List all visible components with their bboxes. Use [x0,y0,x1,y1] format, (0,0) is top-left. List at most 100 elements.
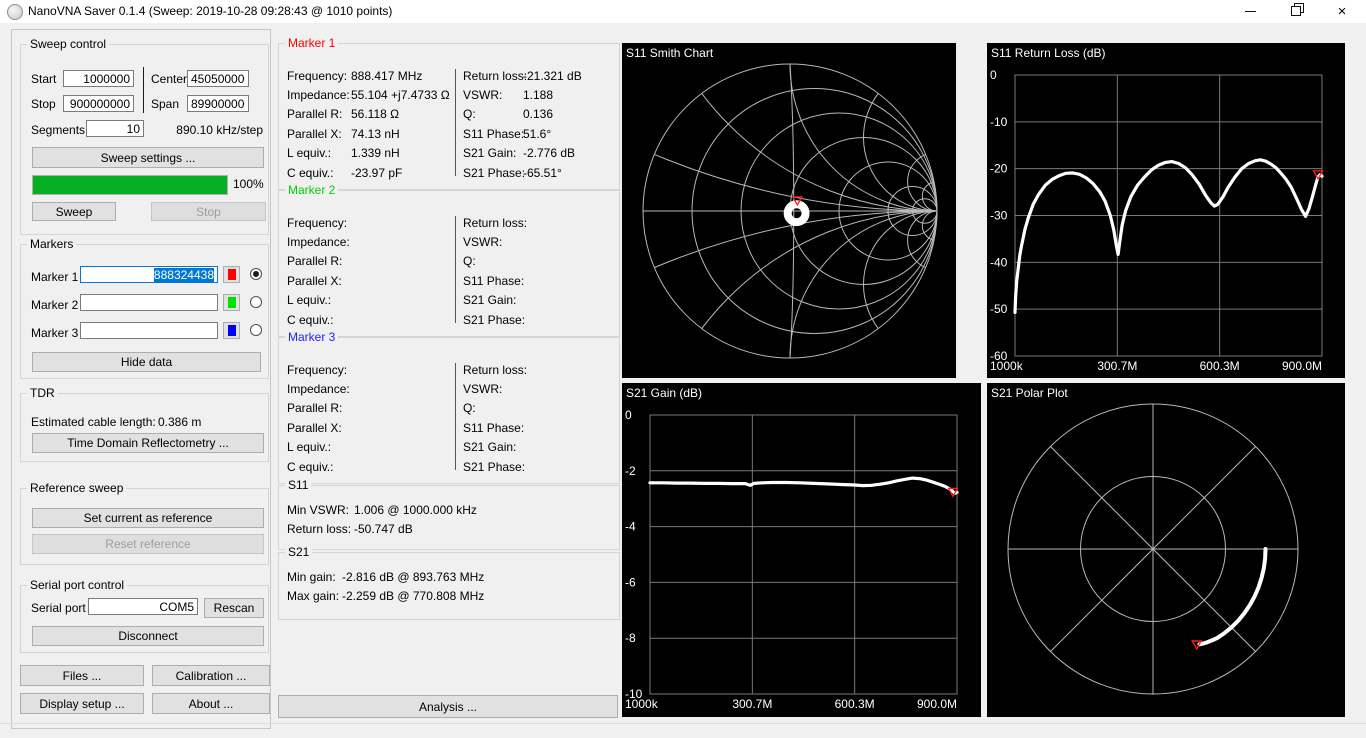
marker-1-section: Marker 1 Frequency:888.417 MHzImpedance:… [278,43,620,190]
field-label: Frequency: [287,363,351,377]
marker-1-label: Marker 1 [31,270,78,284]
marker-2-color-button[interactable] [223,294,240,311]
stop-input[interactable] [63,95,134,112]
progress-fill [33,176,227,194]
analysis-button[interactable]: Analysis ... [278,695,618,718]
data-row: Parallel R:56.118 Ω [287,105,450,124]
field-label: Frequency: [287,69,351,83]
marker-1-color-button[interactable] [223,266,240,283]
sweep-button[interactable]: Sweep [32,202,116,221]
tdr-title: TDR [27,386,58,400]
field-label: Q: [463,254,523,268]
window-restore-button[interactable] [1281,0,1311,22]
s11-section-title: S11 [285,478,311,492]
marker-3-input[interactable] [80,322,218,339]
svg-text:600.3M: 600.3M [1200,359,1240,373]
s11-smith-chart[interactable]: S11 Smith Chart [622,43,956,378]
field-label: S11 Phase: [463,127,523,141]
data-row: Impedance:55.104 +j7.4733 Ω [287,85,450,104]
marker-3-color-button[interactable] [223,322,240,339]
calibration-button[interactable]: Calibration ... [152,665,270,686]
s11-smith-chart-title: S11 Smith Chart [626,46,713,60]
serial-port-input[interactable] [88,598,198,615]
data-row: Parallel R: [287,252,351,271]
marker-2-color-swatch [228,297,236,308]
svg-text:1000k: 1000k [990,359,1024,373]
markers-title: Markers [27,237,76,251]
field-label: VSWR: [463,235,523,249]
field-label: Return loss: [463,69,523,83]
s21-gain-chart-title: S21 Gain (dB) [626,386,702,400]
marker-1-radio[interactable] [250,268,262,280]
field-label: Parallel X: [287,127,351,141]
hide-data-button[interactable]: Hide data [32,352,261,372]
s11-return-loss-chart[interactable]: S11 Return Loss (dB) 0-10-20-30-40-50-60… [987,43,1345,378]
reference-sweep-group: Reference sweep Set current as reference… [20,488,269,565]
data-row: S11 Phase: [463,271,523,290]
window-minimize-button[interactable] [1235,0,1265,22]
data-row: Q: [463,399,523,418]
field-label: S21 Gain: [463,293,523,307]
s21-polar-chart-title: S21 Polar Plot [991,386,1068,400]
field-value: 1.339 nH [351,146,400,160]
field-label: S21 Phase: [463,460,523,474]
window-close-button[interactable]: × [1327,0,1357,22]
center-input[interactable] [187,70,249,87]
s21-gain-canvas[interactable]: 0-2-4-6-8-101000k300.7M600.3M900.0M [622,383,981,717]
field-label: Impedance: [287,235,351,249]
field-label: L equiv.: [287,440,351,454]
field-value: -2.776 dB [523,146,575,160]
reset-reference-button[interactable]: Reset reference [32,534,264,554]
segments-label: Segments [31,123,85,137]
marker-2-input[interactable] [80,294,218,311]
set-reference-button[interactable]: Set current as reference [32,508,264,528]
s21-gain-chart[interactable]: S21 Gain (dB) 0-2-4-6-8-101000k300.7M600… [622,383,981,717]
disconnect-button[interactable]: Disconnect [32,626,264,646]
display-setup-button[interactable]: Display setup ... [20,693,144,714]
field-value: -2.816 dB @ 893.763 MHz [342,570,484,584]
data-row: C equiv.: [287,457,351,476]
data-row: L equiv.: [287,438,351,457]
field-label: Return loss: [463,363,523,377]
data-row: S21 Phase: [463,457,523,476]
s11-smith-chart-canvas[interactable] [622,43,956,378]
marker-1-right-column: Return loss:-21.321 dBVSWR:1.188Q:0.136S… [463,66,582,182]
marker-2-radio[interactable] [250,296,262,308]
start-input[interactable] [63,70,134,87]
data-row: S11 Phase: [463,418,523,437]
span-input[interactable] [187,95,249,112]
s11-return-loss-canvas[interactable]: 0-10-20-30-40-50-601000k300.7M600.3M900.… [987,43,1345,378]
field-label: Min gain: [287,570,342,584]
about-button[interactable]: About ... [152,693,270,714]
section-divider [455,216,456,323]
field-label: Min VSWR: [287,503,354,517]
field-label: Parallel R: [287,107,351,121]
data-row: Q:0.136 [463,105,582,124]
s21-polar-chart[interactable]: S21 Polar Plot [987,383,1345,717]
gain-trace [650,478,957,493]
marker-1-input[interactable]: 888324438 [80,266,218,283]
tdr-button[interactable]: Time Domain Reflectometry ... [32,433,264,453]
stop-button[interactable]: Stop [151,202,266,221]
field-value: 1.188 [523,88,553,102]
marker-3-radio[interactable] [250,324,262,336]
data-row: Impedance: [287,379,351,398]
field-label: VSWR: [463,88,523,102]
field-value: 0.136 [523,107,553,121]
files-button[interactable]: Files ... [20,665,144,686]
reference-sweep-title: Reference sweep [27,481,126,495]
svg-text:-4: -4 [625,520,636,534]
segments-input[interactable] [86,120,144,137]
s21-section-title: S21 [285,545,312,559]
s21-polar-canvas[interactable] [987,383,1345,717]
data-row: Max gain:-2.259 dB @ 770.808 MHz [287,586,484,605]
field-label: VSWR: [463,382,523,396]
sweep-settings-button[interactable]: Sweep settings ... [32,147,264,168]
field-label: C equiv.: [287,460,351,474]
data-row: Frequency: [287,360,351,379]
s11-return-loss-chart-title: S11 Return Loss (dB) [991,46,1106,60]
rescan-button[interactable]: Rescan [204,598,264,618]
start-label: Start [31,72,56,86]
marker-1-color-swatch [228,269,236,280]
serial-port-title: Serial port control [27,578,127,592]
